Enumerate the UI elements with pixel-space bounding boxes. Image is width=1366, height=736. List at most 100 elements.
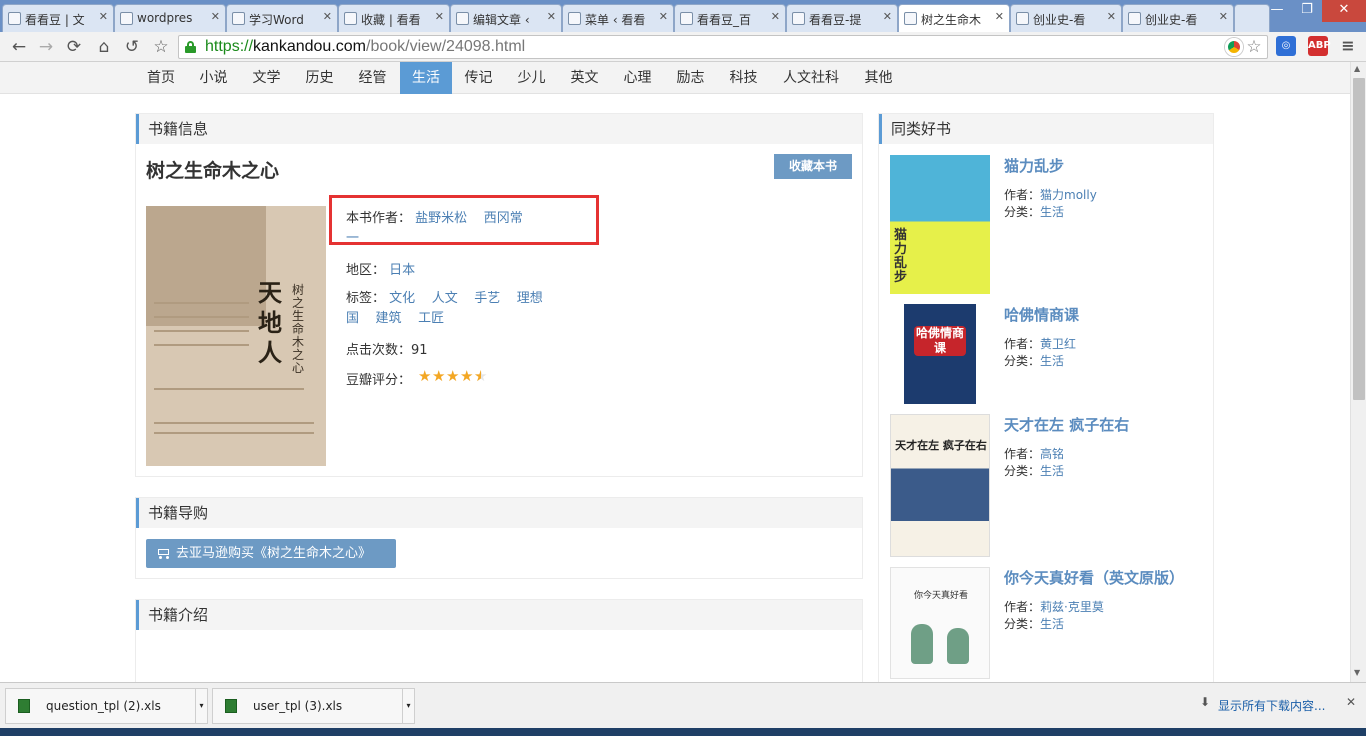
- author-link[interactable]: 盐野米松: [415, 211, 467, 226]
- close-tab-icon[interactable]: ✕: [323, 10, 332, 23]
- tag-link[interactable]: 文化: [389, 291, 415, 306]
- adblock-icon[interactable]: ABP: [1308, 36, 1331, 56]
- nav-item-technology[interactable]: 科技: [717, 62, 770, 94]
- author-link[interactable]: 一: [346, 231, 359, 246]
- close-tab-icon[interactable]: ✕: [659, 10, 668, 23]
- book-cover[interactable]: 天地人 树之生命木之心: [146, 206, 326, 466]
- scrollbar-thumb[interactable]: [1353, 78, 1365, 400]
- nav-item-history[interactable]: 历史: [293, 62, 346, 94]
- browser-tab[interactable]: 创业史-看 ✕: [1010, 4, 1122, 32]
- book-thumbnail[interactable]: 天才在左 疯子在右: [890, 414, 990, 557]
- tag-link[interactable]: 人文: [432, 291, 458, 306]
- nav-item-literature[interactable]: 文学: [240, 62, 293, 94]
- browser-tab-active[interactable]: 树之生命木 ✕: [898, 4, 1010, 33]
- star-icon: ★: [418, 367, 432, 385]
- download-item[interactable]: user_tpl (3).xls ▾: [212, 688, 415, 724]
- undo-close-tab-icon[interactable]: ↺: [121, 36, 143, 58]
- tags-row: 标签： 文化 人文 手艺 理想 国 建筑 工匠: [346, 289, 556, 329]
- author-link[interactable]: 猫力molly: [1040, 188, 1097, 202]
- category-link[interactable]: 生活: [1040, 464, 1064, 478]
- star-icon: ★: [446, 367, 460, 385]
- browser-tab[interactable]: 菜单 ‹ 看看 ✕: [562, 4, 674, 32]
- minimize-button[interactable]: —: [1262, 0, 1292, 22]
- tag-link[interactable]: 建筑: [376, 311, 402, 326]
- show-all-downloads-link[interactable]: 显示所有下载内容...: [1218, 697, 1325, 714]
- nav-item-business[interactable]: 经管: [346, 62, 399, 94]
- close-tab-icon[interactable]: ✕: [1219, 10, 1228, 23]
- close-tab-icon[interactable]: ✕: [211, 10, 220, 23]
- book-title-link[interactable]: 猫力乱步: [1004, 155, 1064, 176]
- nav-item-biography[interactable]: 传记: [452, 62, 505, 94]
- browser-tab[interactable]: 创业史-看 ✕: [1122, 4, 1234, 32]
- author-link[interactable]: 西冈常: [484, 211, 523, 226]
- nav-item-inspiration[interactable]: 励志: [664, 62, 717, 94]
- category-line: 分类：生活: [1004, 617, 1065, 631]
- close-window-button[interactable]: ✕: [1322, 0, 1366, 22]
- menu-icon[interactable]: ≡: [1338, 36, 1358, 56]
- lock-icon: [185, 41, 196, 53]
- download-item[interactable]: question_tpl (2).xls ▾: [5, 688, 208, 724]
- book-thumbnail[interactable]: 你今天真好看: [890, 567, 990, 679]
- category-link[interactable]: 生活: [1040, 205, 1064, 219]
- nav-item-fiction[interactable]: 小说: [187, 62, 240, 94]
- close-tab-icon[interactable]: ✕: [883, 10, 892, 23]
- category-link[interactable]: 生活: [1040, 617, 1064, 631]
- browser-tab[interactable]: wordpres ✕: [114, 4, 226, 32]
- browser-tab[interactable]: 编辑文章 ‹ ✕: [450, 4, 562, 32]
- scroll-down-icon[interactable]: ▼: [1354, 668, 1360, 677]
- nav-item-psychology[interactable]: 心理: [611, 62, 664, 94]
- chevron-down-icon[interactable]: ▾: [402, 689, 414, 723]
- tag-link[interactable]: 国: [346, 311, 359, 326]
- bookmark-star-icon[interactable]: ☆: [1245, 38, 1263, 56]
- author-link[interactable]: 黄卫红: [1040, 337, 1076, 351]
- reload-icon[interactable]: ⟳: [63, 36, 85, 58]
- nav-item-children[interactable]: 少儿: [505, 62, 558, 94]
- close-tab-icon[interactable]: ✕: [995, 10, 1004, 23]
- nav-item-other[interactable]: 其他: [852, 62, 905, 94]
- buy-amazon-button[interactable]: 去亚马逊购买《树之生命木之心》: [146, 539, 396, 568]
- close-tab-icon[interactable]: ✕: [771, 10, 780, 23]
- star-icon: ★: [432, 367, 446, 385]
- browser-tab[interactable]: 看看豆-提 ✕: [786, 4, 898, 32]
- region-link[interactable]: 日本: [389, 263, 415, 278]
- close-tab-icon[interactable]: ✕: [99, 10, 108, 23]
- close-tab-icon[interactable]: ✕: [1107, 10, 1116, 23]
- category-link[interactable]: 生活: [1040, 354, 1064, 368]
- tag-link[interactable]: 理想: [517, 291, 543, 306]
- address-bar[interactable]: https://kankandou.com/book/view/24098.ht…: [178, 35, 1268, 59]
- tag-link[interactable]: 工匠: [418, 311, 444, 326]
- nav-item-life[interactable]: 生活: [400, 62, 452, 94]
- book-title-link[interactable]: 天才在左 疯子在右: [1004, 414, 1129, 435]
- favorite-button[interactable]: 收藏本书: [774, 154, 852, 179]
- excel-file-icon: [18, 699, 30, 713]
- star-icon: ★: [474, 368, 487, 384]
- close-icon[interactable]: ✕: [1346, 695, 1356, 709]
- browser-tab[interactable]: 学习Word ✕: [226, 4, 338, 32]
- translate-icon[interactable]: ◎: [1276, 36, 1296, 56]
- author-link[interactable]: 高铭: [1040, 447, 1064, 461]
- book-title-link[interactable]: 你今天真好看（英文原版）: [1004, 567, 1184, 588]
- home-icon[interactable]: ⌂: [93, 36, 115, 58]
- back-icon[interactable]: ←: [8, 36, 30, 58]
- nav-item-english[interactable]: 英文: [558, 62, 611, 94]
- close-tab-icon[interactable]: ✕: [435, 10, 444, 23]
- browser-tab[interactable]: 看看豆 | 文 ✕: [2, 4, 114, 32]
- scroll-up-icon[interactable]: ▲: [1354, 64, 1360, 73]
- browser-tab[interactable]: 看看豆_百 ✕: [674, 4, 786, 32]
- bookmark-star-icon[interactable]: ☆: [150, 36, 172, 58]
- tag-link[interactable]: 手艺: [474, 291, 500, 306]
- close-tab-icon[interactable]: ✕: [547, 10, 556, 23]
- maximize-button[interactable]: ❐: [1292, 0, 1322, 22]
- author-link[interactable]: 莉兹·克里莫: [1040, 600, 1104, 614]
- book-thumbnail[interactable]: 猫力乱步: [890, 155, 990, 294]
- nav-item-humanities[interactable]: 人文社科: [770, 62, 852, 94]
- book-title-link[interactable]: 哈佛情商课: [1004, 304, 1079, 325]
- chrome-icon[interactable]: [1225, 38, 1243, 56]
- chevron-down-icon[interactable]: ▾: [195, 689, 207, 723]
- book-thumbnail[interactable]: 哈佛情商课: [904, 304, 976, 404]
- download-bar: question_tpl (2).xls ▾ user_tpl (3).xls …: [0, 682, 1366, 728]
- page-scrollbar[interactable]: ▲ ▼: [1350, 62, 1366, 682]
- forward-icon[interactable]: →: [35, 36, 57, 58]
- nav-item-home[interactable]: 首页: [135, 62, 187, 94]
- browser-tab[interactable]: 收藏 | 看看 ✕: [338, 4, 450, 32]
